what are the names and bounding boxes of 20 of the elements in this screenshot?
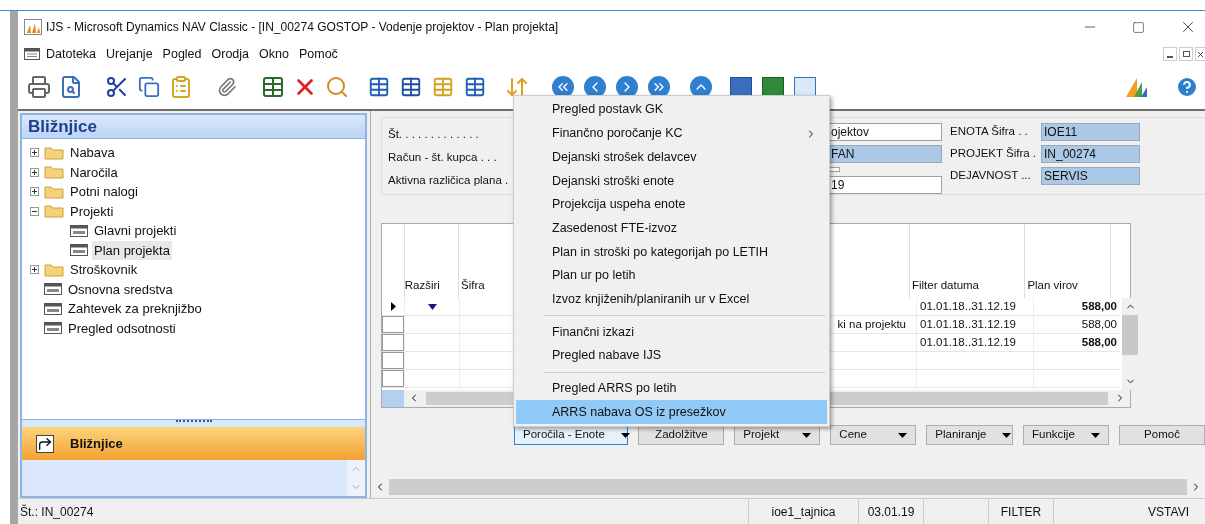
- field-label: Št. . . . . . . . . . . . .: [388, 127, 479, 142]
- sidebar-header: Bližnjice: [22, 115, 365, 139]
- table-cell-text: ki na projektu: [837, 316, 906, 332]
- status-text: VSTAVI: [1053, 499, 1205, 524]
- table-cell-text: 01.01.18..31.12.19: [920, 334, 1016, 350]
- table-cell-text: 01.01.18..31.12.19: [920, 298, 1016, 314]
- table-cell-text: 588,00: [1081, 298, 1117, 314]
- field-label: ENOTA Šifra . .: [950, 124, 1029, 140]
- status-text: Št.: IN_00274: [19, 503, 95, 521]
- table-cell-text: 01.01.18..31.12.19: [920, 316, 1016, 332]
- field-label: DEJAVNOST ...: [950, 168, 1032, 184]
- table-cell-text: 588,00: [1081, 316, 1117, 332]
- status-text: FILTER: [988, 499, 1053, 524]
- field-label: Račun - št. kupca . . .: [388, 150, 497, 165]
- field-label: Aktivna različica plana .: [388, 173, 509, 188]
- status-text: 03.01.19: [858, 499, 923, 524]
- field-label: PROJEKT Šifra .: [950, 146, 1038, 162]
- table-cell-text: 588,00: [1081, 334, 1117, 350]
- status-text: ioe1_tajnica: [748, 499, 858, 524]
- window-title: IJS - Microsoft Dynamics NAV Classic - [IN_00274 GOSTOP - Vodenje projektov - Plan projekta]: [46, 19, 560, 36]
